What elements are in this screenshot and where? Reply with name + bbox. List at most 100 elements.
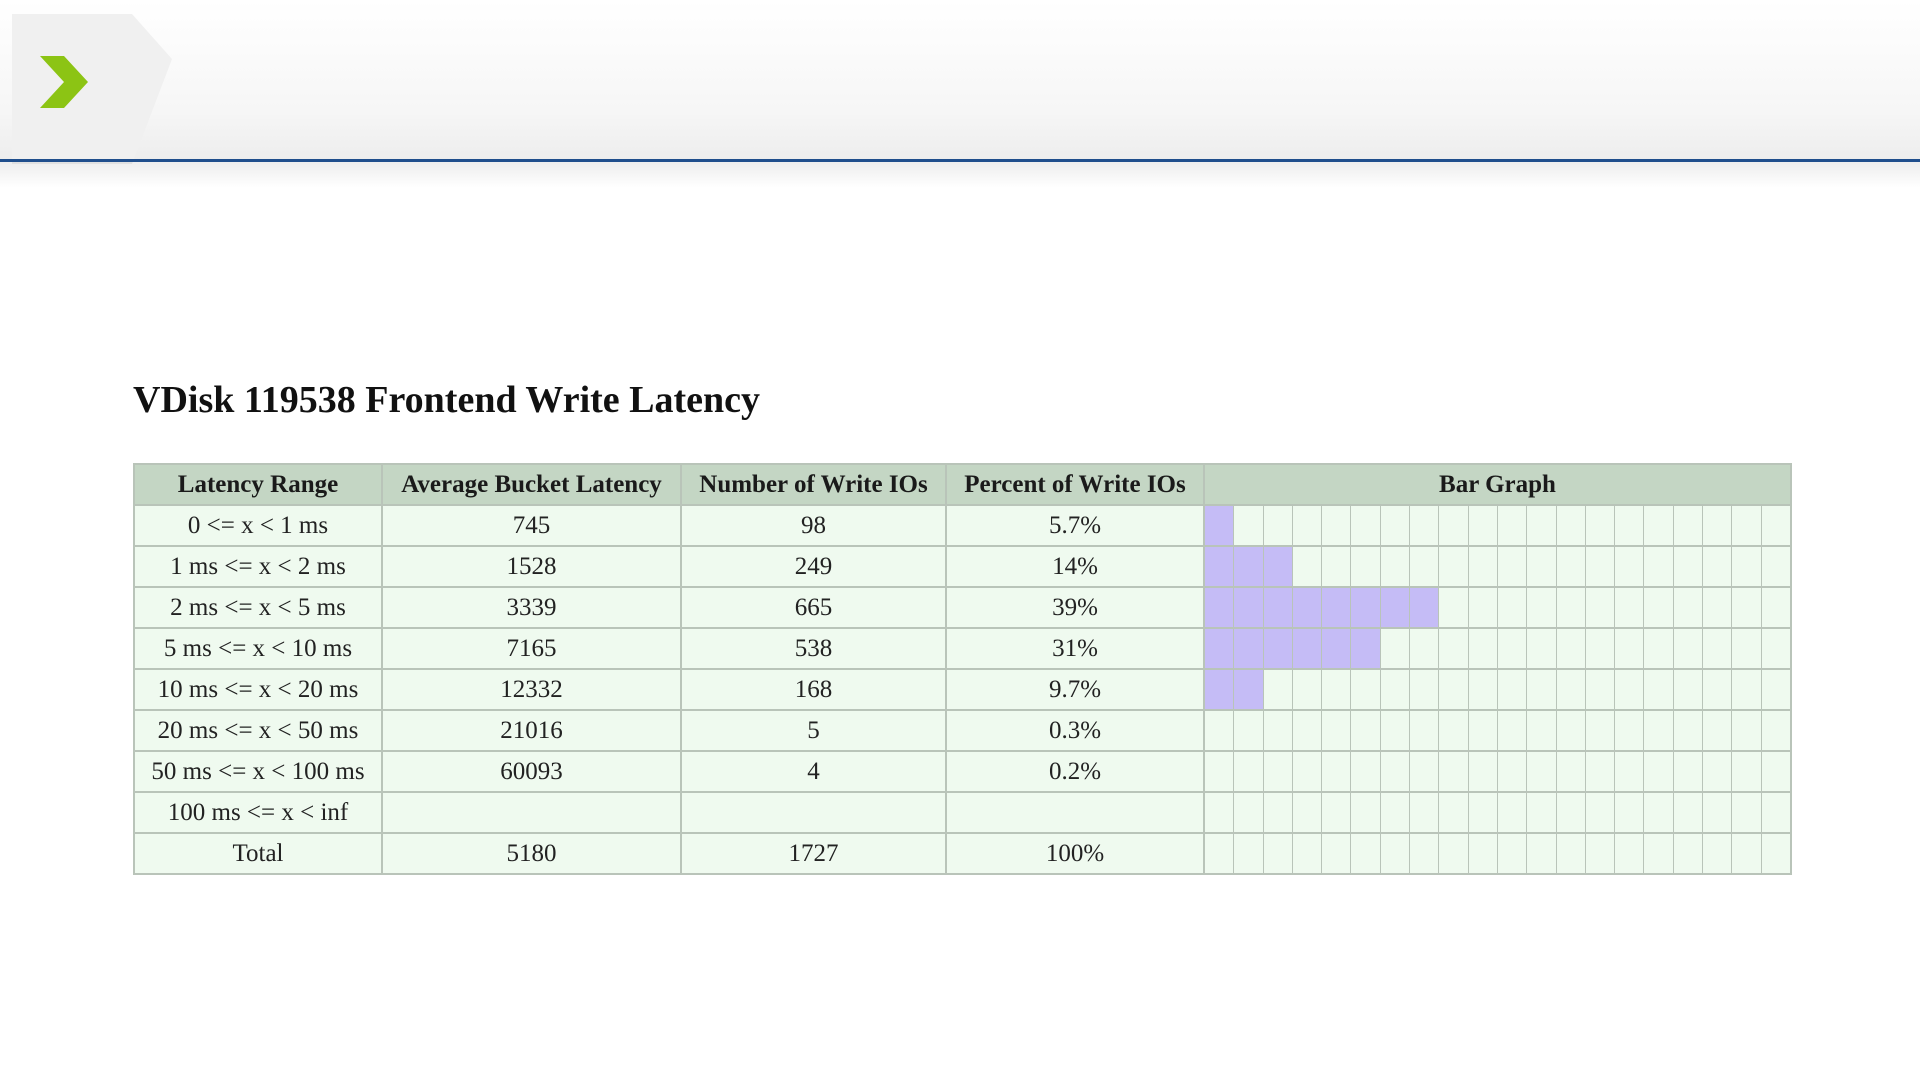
bar-graph-empty-square — [1498, 671, 1528, 708]
bar-graph-empty-square — [1674, 589, 1704, 626]
bar-graph-filled-square — [1206, 671, 1235, 708]
bar-graph-empty-square — [1644, 835, 1674, 872]
bar-graph-empty-square — [1674, 835, 1704, 872]
bar-graph-empty-square — [1439, 630, 1469, 667]
write-io-count-cell: 5 — [680, 709, 947, 752]
bar-graph-empty-square — [1762, 794, 1789, 831]
table-row: Total 5180 1727 100% — [133, 832, 1792, 875]
write-io-count-cell: 249 — [680, 545, 947, 588]
bar-graph-empty-square — [1469, 712, 1498, 749]
latency-range-cell: Total — [133, 832, 383, 875]
average-latency-cell — [381, 791, 682, 834]
average-latency-cell: 745 — [381, 504, 682, 547]
latency-range-cell: 5 ms <= x < 10 ms — [133, 627, 383, 670]
bar-graph-empty-square — [1732, 712, 1762, 749]
bar-graph-empty-square — [1732, 753, 1762, 790]
latency-range-cell: 2 ms <= x < 5 ms — [133, 586, 383, 629]
bar-graph-empty-square — [1527, 794, 1557, 831]
bar-graph-empty-square — [1498, 753, 1528, 790]
bar-graph-empty-square — [1381, 548, 1411, 585]
bar-graph-empty-square — [1732, 630, 1762, 667]
latency-range-cell: 100 ms <= x < inf — [133, 791, 383, 834]
bar-graph-empty-square — [1410, 794, 1440, 831]
latency-range-cell: 1 ms <= x < 2 ms — [133, 545, 383, 588]
bar-graph-empty-square — [1674, 671, 1704, 708]
bar-graph-filled-square — [1234, 548, 1264, 585]
table-row: 0 <= x < 1 ms 745 98 5.7% — [133, 504, 1792, 547]
bar-graph-empty-square — [1586, 753, 1616, 790]
bar-graph-empty-square — [1206, 712, 1235, 749]
bar-graph-empty-square — [1527, 712, 1557, 749]
bar-graph-filled-square — [1234, 630, 1264, 667]
latency-range-cell: 0 <= x < 1 ms — [133, 504, 383, 547]
bar-graph-empty-square — [1234, 753, 1264, 790]
write-io-percent-cell: 9.7% — [945, 668, 1205, 711]
bar-graph-empty-square — [1234, 835, 1264, 872]
bar-graph-empty-square — [1762, 507, 1789, 544]
bar-graph-cell — [1203, 668, 1792, 711]
average-latency-cell: 5180 — [381, 832, 682, 875]
write-io-count-cell: 1727 — [680, 832, 947, 875]
bar-graph-empty-square — [1381, 507, 1411, 544]
bar-graph-empty-square — [1264, 712, 1293, 749]
bar-graph-empty-square — [1439, 753, 1469, 790]
bar-graph-filled-square — [1206, 630, 1235, 667]
write-io-count-cell: 665 — [680, 586, 947, 629]
bar-graph-empty-square — [1674, 794, 1704, 831]
bar-graph-empty-square — [1762, 753, 1789, 790]
bar-graph-empty-square — [1732, 671, 1762, 708]
bar-graph-empty-square — [1322, 794, 1352, 831]
header-average-bucket-latency: Average Bucket Latency — [381, 463, 682, 506]
bar-graph-empty-square — [1469, 671, 1498, 708]
bar-graph-empty-square — [1703, 671, 1733, 708]
header-shadow — [0, 162, 1920, 188]
bar-graph-empty-square — [1410, 753, 1440, 790]
bar-graph-empty-square — [1644, 753, 1674, 790]
bar-graph-empty-square — [1264, 794, 1293, 831]
bar-graph-empty-square — [1439, 794, 1469, 831]
bar-graph-empty-square — [1322, 753, 1352, 790]
bar-graph-empty-square — [1351, 835, 1381, 872]
bar-graph-empty-square — [1498, 630, 1528, 667]
bar-graph-empty-square — [1351, 712, 1381, 749]
bar-graph-empty-square — [1732, 507, 1762, 544]
write-io-percent-cell — [945, 791, 1205, 834]
table-row: 1 ms <= x < 2 ms 1528 249 14% — [133, 545, 1792, 588]
bar-graph-empty-square — [1674, 548, 1704, 585]
latency-range-cell: 50 ms <= x < 100 ms — [133, 750, 383, 793]
bar-graph-empty-square — [1557, 794, 1586, 831]
average-latency-cell: 1528 — [381, 545, 682, 588]
bar-graph-empty-square — [1586, 630, 1616, 667]
bar-graph-empty-square — [1557, 548, 1586, 585]
average-latency-cell: 21016 — [381, 709, 682, 752]
bar-graph-empty-square — [1644, 794, 1674, 831]
bar-graph-empty-square — [1557, 589, 1586, 626]
bar-graph-empty-square — [1703, 589, 1733, 626]
bar-graph-filled-square — [1351, 589, 1381, 626]
bar-graph-empty-square — [1293, 753, 1323, 790]
table-row: 100 ms <= x < inf — [133, 791, 1792, 834]
bar-graph-empty-square — [1381, 753, 1411, 790]
bar-graph-cell — [1203, 586, 1792, 629]
table-row: 50 ms <= x < 100 ms 60093 4 0.2% — [133, 750, 1792, 793]
table-row: 20 ms <= x < 50 ms 21016 5 0.3% — [133, 709, 1792, 752]
bar-graph-empty-square — [1615, 835, 1645, 872]
bar-graph-empty-square — [1498, 712, 1528, 749]
bar-graph-empty-square — [1322, 671, 1352, 708]
bar-graph-empty-square — [1762, 835, 1789, 872]
bar-graph-empty-square — [1762, 671, 1789, 708]
bar-graph-filled-square — [1380, 589, 1411, 626]
bar-graph-cell — [1203, 627, 1792, 670]
bar-graph-grid — [1206, 712, 1789, 749]
bar-graph-grid — [1206, 630, 1789, 667]
bar-graph-empty-square — [1615, 507, 1645, 544]
table-row: 2 ms <= x < 5 ms 3339 665 39% — [133, 586, 1792, 629]
header-bar-graph: Bar Graph — [1203, 463, 1792, 506]
bar-graph-filled-square — [1206, 507, 1235, 544]
chevron-logo-icon — [12, 14, 172, 164]
table-body: 0 <= x < 1 ms 745 98 5.7% 1 ms <= x < 2 ms 15… — [133, 504, 1792, 875]
bar-graph-empty-square — [1557, 753, 1586, 790]
bar-graph-empty-square — [1615, 589, 1645, 626]
bar-graph-empty-square — [1439, 835, 1469, 872]
bar-graph-empty-square — [1586, 794, 1616, 831]
